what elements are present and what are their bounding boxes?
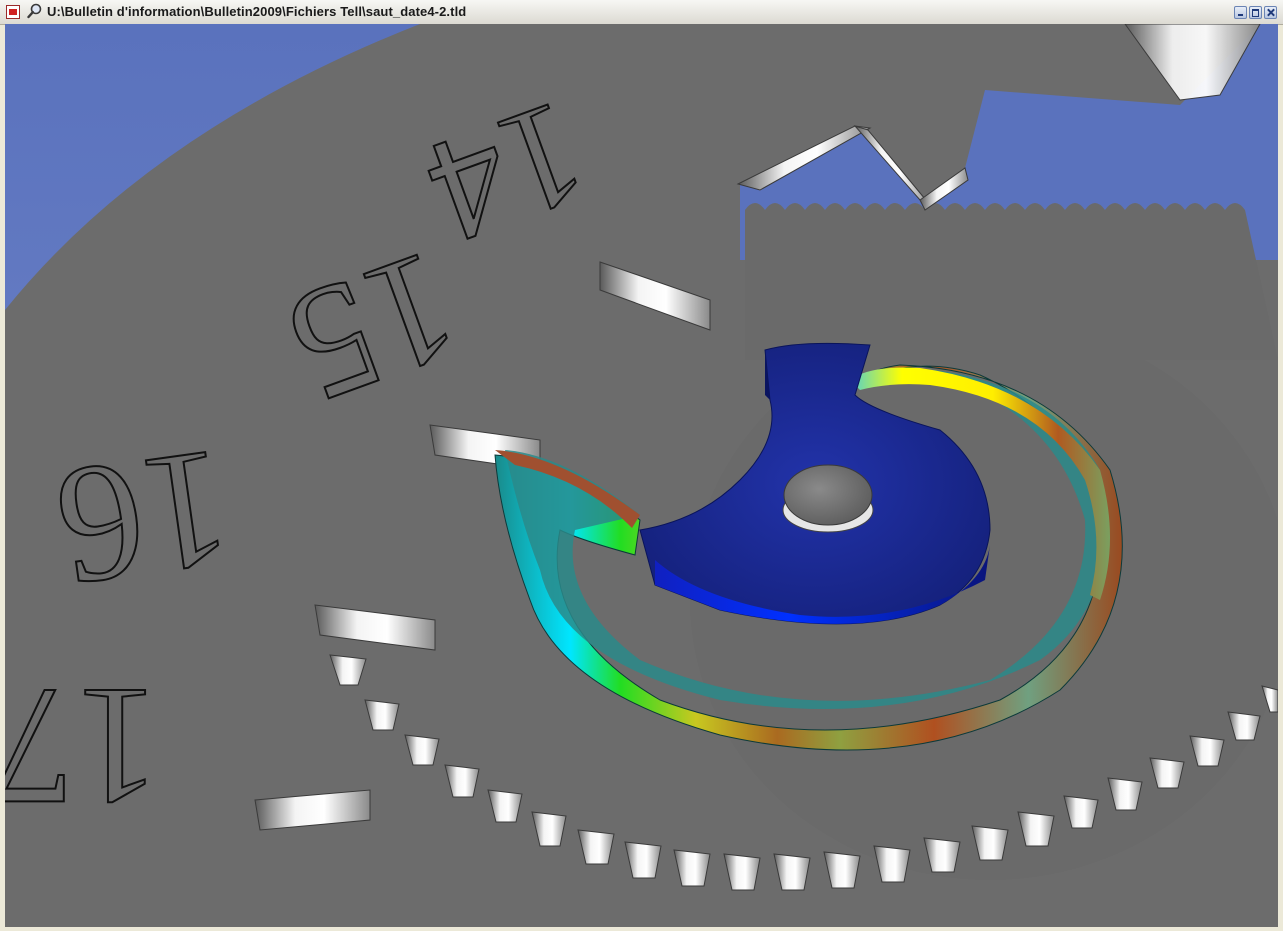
close-button[interactable]	[1264, 6, 1277, 19]
mechanism-render: 14 15 16 17	[5, 24, 1278, 927]
3d-render-viewport[interactable]: 14 15 16 17	[5, 24, 1278, 927]
center-pin	[782, 464, 874, 533]
dial-number-16: 16	[47, 413, 242, 623]
maximize-button[interactable]	[1249, 6, 1262, 19]
application-window: U:\Bulletin d'information\Bulletin2009\F…	[0, 0, 1283, 931]
title-bar[interactable]: U:\Bulletin d'information\Bulletin2009\F…	[0, 0, 1283, 25]
window-title: U:\Bulletin d'information\Bulletin2009\F…	[47, 4, 467, 19]
minimize-button[interactable]	[1234, 6, 1247, 19]
dial-number-17: 17	[5, 653, 160, 841]
magnifier-icon	[27, 3, 42, 19]
gear-teeth-top	[745, 203, 1278, 360]
application-icon[interactable]	[6, 5, 20, 19]
